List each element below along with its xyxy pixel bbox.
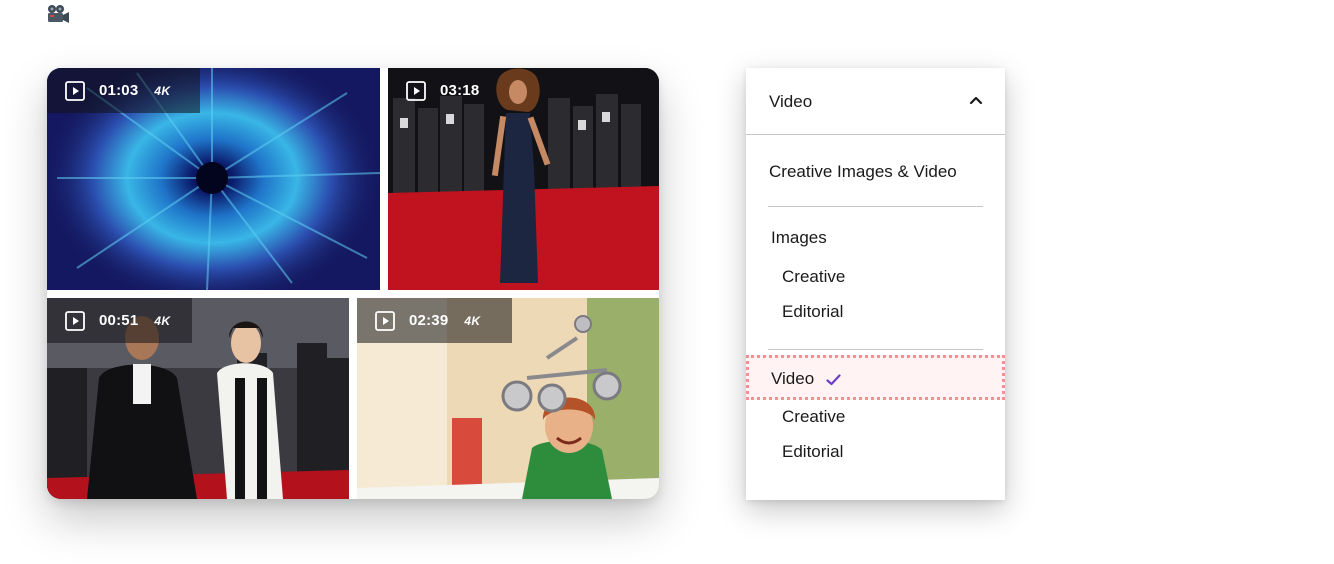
video-info-badge: 02:39 4K (357, 298, 512, 343)
check-icon (826, 374, 841, 386)
search-type-dropdown: Video Creative Images & Video Images Cre… (746, 68, 1005, 500)
play-icon (375, 310, 395, 331)
divider (768, 349, 983, 350)
video-duration: 03:18 (440, 82, 480, 99)
video-camera-icon (48, 5, 69, 23)
resolution-badge: 4K (154, 83, 171, 98)
video-duration: 02:39 (409, 312, 449, 329)
dropdown-selected-label: Video (769, 92, 813, 111)
dropdown-toggle[interactable]: Video (746, 68, 1005, 135)
video-info-badge: 00:51 4K (47, 298, 192, 343)
video-tile[interactable]: 00:51 4K (47, 298, 349, 499)
option-images-editorial[interactable]: Editorial (782, 302, 843, 322)
resolution-badge: 4K (464, 313, 481, 328)
video-info-badge: 03:18 (388, 68, 498, 113)
play-icon (406, 80, 426, 101)
option-video-label: Video (771, 369, 815, 388)
option-video-creative[interactable]: Creative (782, 407, 845, 427)
option-images-creative[interactable]: Creative (782, 267, 845, 287)
video-tile[interactable]: 01:03 4K (47, 68, 380, 290)
option-video-editorial[interactable]: Editorial (782, 442, 843, 462)
play-icon (65, 80, 85, 101)
option-video[interactable]: Video (746, 355, 1005, 400)
video-info-badge: 01:03 4K (47, 68, 200, 113)
resolution-badge: 4K (154, 313, 171, 328)
video-duration: 01:03 (99, 82, 139, 99)
chevron-up-icon (969, 96, 983, 105)
divider (768, 206, 983, 207)
video-gallery: 01:03 4K 03:18 00:51 4K 02:39 4K (47, 68, 659, 499)
play-icon (65, 310, 85, 331)
video-tile[interactable]: 02:39 4K (357, 298, 659, 499)
option-images[interactable]: Images (771, 228, 827, 248)
video-duration: 00:51 (99, 312, 139, 329)
option-creative-images-video[interactable]: Creative Images & Video (769, 162, 957, 182)
video-tile[interactable]: 03:18 (388, 68, 659, 290)
